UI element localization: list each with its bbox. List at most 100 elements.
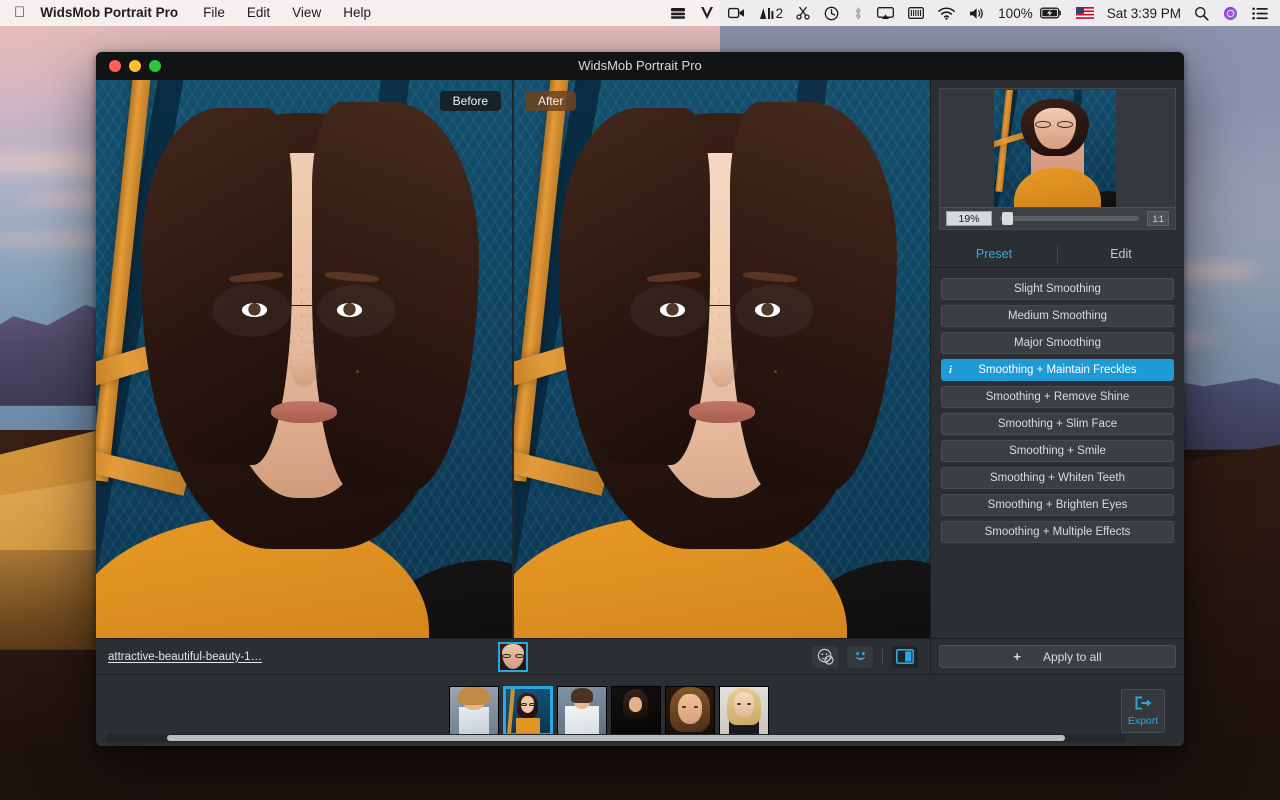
audio-meter-icon[interactable]	[752, 0, 776, 26]
list-icon[interactable]	[1245, 0, 1272, 26]
preset-item-multiple-effects[interactable]: Smoothing + Multiple Effects	[941, 521, 1174, 543]
siri-icon[interactable]	[1216, 0, 1245, 26]
preset-item-whiten-teeth[interactable]: Smoothing + Whiten Teeth	[941, 467, 1174, 489]
vee-icon[interactable]	[693, 0, 721, 26]
preset-item-slim-face[interactable]: Smoothing + Slim Face	[941, 413, 1174, 435]
panel-tabs: Preset Edit	[931, 240, 1184, 268]
no-face-icon[interactable]	[812, 646, 838, 668]
audio-count-label: 2	[776, 6, 790, 21]
navigator-thumbnail	[994, 90, 1116, 208]
volume-icon[interactable]	[962, 0, 992, 26]
apply-to-all-label: Apply to all	[1043, 650, 1102, 664]
menu-bar:  WidsMob Portrait Pro File Edit View He…	[0, 0, 1280, 26]
detected-face-thumbnail[interactable]	[498, 642, 528, 672]
search-icon[interactable]	[1187, 0, 1216, 26]
preset-list: Slight Smoothing Medium Smoothing Major …	[931, 268, 1184, 543]
preset-label: Smoothing + Brighten Eyes	[988, 499, 1128, 511]
window-title: WidsMob Portrait Pro	[96, 52, 1184, 80]
airplay-icon[interactable]	[870, 0, 901, 26]
filename-label[interactable]: attractive-beautiful-beauty-1…	[108, 651, 262, 663]
minimize-button[interactable]	[129, 60, 141, 72]
export-arrow-icon	[1134, 695, 1153, 714]
traffic-lights	[96, 60, 161, 72]
apply-all-row: + Apply to all	[931, 638, 1184, 674]
export-area: Export	[1112, 689, 1174, 733]
apple-logo-icon[interactable]: 	[0, 5, 38, 20]
menu-item-help[interactable]: Help	[332, 0, 382, 26]
menu-item-edit[interactable]: Edit	[236, 0, 281, 26]
info-icon[interactable]: i	[949, 364, 952, 376]
battery-percent-label: 100%	[992, 6, 1039, 21]
preset-label: Smoothing + Whiten Teeth	[990, 472, 1125, 484]
viewer-column: Before	[96, 80, 930, 674]
preset-item-brighten-eyes[interactable]: Smoothing + Brighten Eyes	[941, 494, 1174, 516]
zoom-slider[interactable]	[1000, 216, 1139, 221]
filmstrip-item-4[interactable]	[611, 686, 661, 736]
one-to-one-button[interactable]: 1:1	[1147, 211, 1169, 226]
before-label: Before	[440, 91, 501, 111]
scissors-icon[interactable]	[789, 0, 817, 26]
preset-label: Medium Smoothing	[1008, 310, 1107, 322]
close-button[interactable]	[109, 60, 121, 72]
time-machine-icon[interactable]	[817, 0, 846, 26]
screen-record-icon[interactable]	[721, 0, 752, 26]
preset-label: Smoothing + Slim Face	[998, 418, 1117, 430]
filmstrip-item-2[interactable]	[503, 686, 553, 736]
image-compare-area: Before	[96, 80, 930, 638]
app-window: WidsMob Portrait Pro	[96, 52, 1184, 746]
us-flag-icon[interactable]	[1069, 0, 1101, 26]
preset-label: Smoothing + Multiple Effects	[985, 526, 1131, 538]
menu-item-file[interactable]: File	[192, 0, 236, 26]
after-photo	[514, 80, 930, 638]
after-label: After	[525, 91, 576, 111]
filmstrip: Export	[96, 674, 1184, 746]
filmstrip-thumbnails	[106, 684, 1112, 738]
apply-to-all-button[interactable]: + Apply to all	[939, 645, 1176, 668]
tab-edit[interactable]: Edit	[1058, 240, 1184, 268]
bluetooth-icon[interactable]	[846, 0, 870, 26]
zoom-value-field[interactable]: 19%	[946, 211, 992, 226]
preset-item-major-smoothing[interactable]: Major Smoothing	[941, 332, 1174, 354]
wifi-icon[interactable]	[931, 0, 962, 26]
preset-item-smile[interactable]: Smoothing + Smile	[941, 440, 1174, 462]
tab-preset[interactable]: Preset	[931, 240, 1057, 268]
window-titlebar: WidsMob Portrait Pro	[96, 52, 1184, 80]
preset-label: Smoothing + Remove Shine	[986, 391, 1130, 403]
preset-item-remove-shine[interactable]: Smoothing + Remove Shine	[941, 386, 1174, 408]
filmstrip-scrollbar-thumb[interactable]	[167, 735, 1065, 741]
filmstrip-item-1[interactable]	[449, 686, 499, 736]
tool-divider	[882, 649, 883, 665]
preset-label: Smoothing + Maintain Freckles	[978, 364, 1136, 376]
zoom-control-row: 19% 1:1	[940, 207, 1175, 229]
window-body: Before	[96, 80, 1184, 674]
preset-item-slight-smoothing[interactable]: Slight Smoothing	[941, 278, 1174, 300]
filmstrip-item-5[interactable]	[665, 686, 715, 736]
battery-charging-icon[interactable]	[1039, 0, 1069, 26]
stack-icon[interactable]	[663, 0, 693, 26]
after-image-pane[interactable]: After	[514, 80, 930, 638]
viewer-tools	[812, 646, 918, 668]
menu-app-name[interactable]: WidsMob Portrait Pro	[38, 0, 192, 26]
before-image-pane[interactable]: Before	[96, 80, 512, 638]
navigator-panel[interactable]: 19% 1:1	[939, 88, 1176, 230]
clock-label[interactable]: Sat 3:39 PM	[1101, 6, 1187, 21]
plus-icon: +	[1013, 649, 1021, 664]
menu-item-view[interactable]: View	[281, 0, 332, 26]
filmstrip-item-6[interactable]	[719, 686, 769, 736]
zoom-slider-handle[interactable]	[1002, 212, 1013, 225]
filmstrip-item-3[interactable]	[557, 686, 607, 736]
preset-item-maintain-freckles[interactable]: i Smoothing + Maintain Freckles	[941, 359, 1174, 381]
preset-item-medium-smoothing[interactable]: Medium Smoothing	[941, 305, 1174, 327]
preset-label: Smoothing + Smile	[1009, 445, 1106, 457]
maximize-button[interactable]	[149, 60, 161, 72]
battery-bar-icon[interactable]	[901, 0, 931, 26]
export-label: Export	[1128, 715, 1158, 727]
export-button[interactable]: Export	[1121, 689, 1165, 733]
before-photo	[96, 80, 512, 638]
preset-label: Major Smoothing	[1014, 337, 1101, 349]
viewer-bottom-bar: attractive-beautiful-beauty-1…	[96, 638, 930, 674]
filmstrip-scrollbar[interactable]	[106, 734, 1126, 742]
right-panel: 19% 1:1 Preset Edit Slight Smoothing Med…	[930, 80, 1184, 674]
smiley-face-icon[interactable]	[847, 646, 873, 668]
split-view-toggle-icon[interactable]	[892, 646, 918, 668]
